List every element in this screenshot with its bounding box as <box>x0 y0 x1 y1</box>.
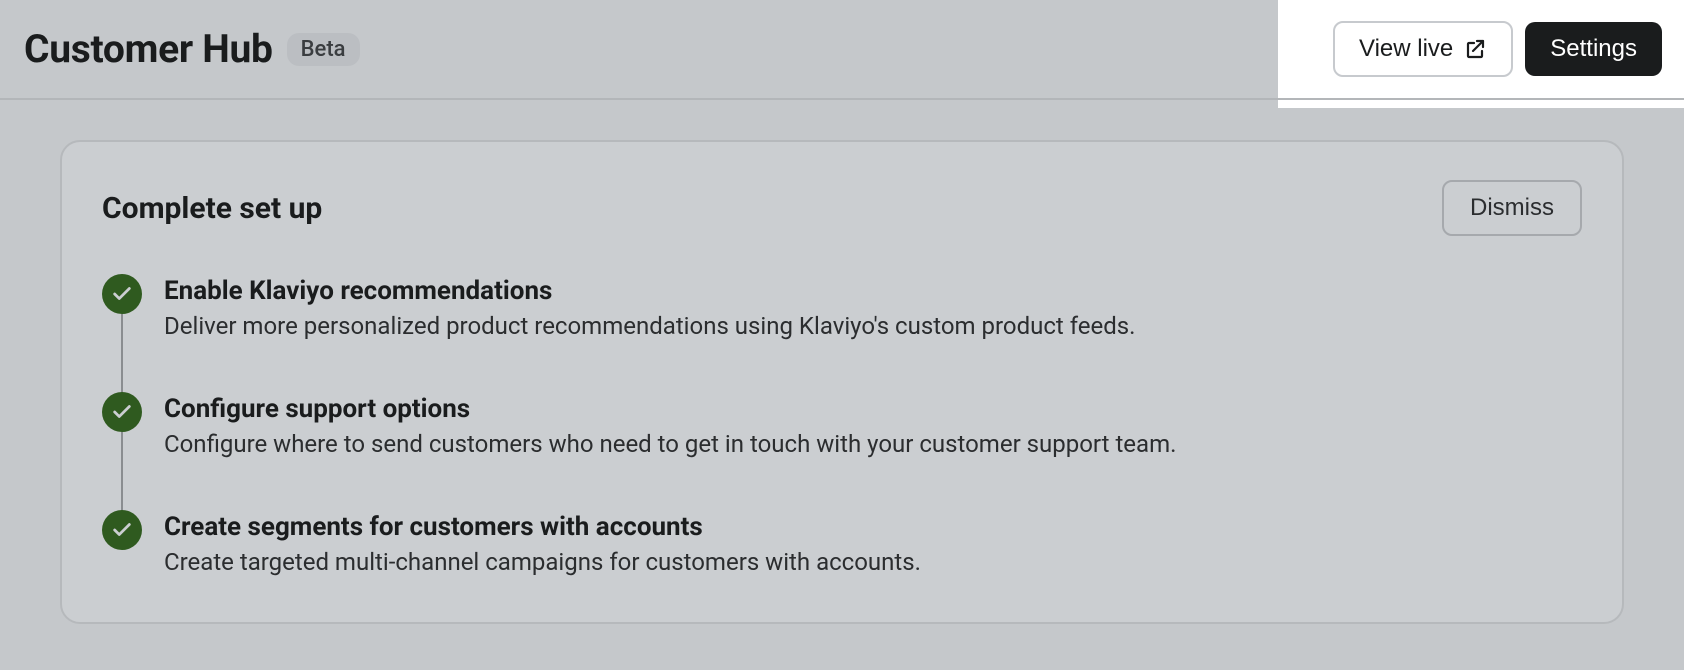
settings-label: Settings <box>1550 37 1637 61</box>
step-body: Enable Klaviyo recommendations Deliver m… <box>164 274 1135 340</box>
beta-badge: Beta <box>287 33 360 66</box>
content-area: Complete set up Dismiss Enable Klaviyo r… <box>0 100 1684 664</box>
title-group: Customer Hub Beta <box>24 26 360 72</box>
view-live-label: View live <box>1359 37 1453 61</box>
step-title: Enable Klaviyo recommendations <box>164 276 1135 306</box>
settings-button[interactable]: Settings <box>1525 22 1662 76</box>
check-circle-icon <box>102 392 142 432</box>
page-title: Customer Hub <box>24 26 273 72</box>
setup-card: Complete set up Dismiss Enable Klaviyo r… <box>60 140 1624 624</box>
step-description: Configure where to send customers who ne… <box>164 430 1176 458</box>
setup-step: Enable Klaviyo recommendations Deliver m… <box>102 274 1582 392</box>
check-circle-icon <box>102 510 142 550</box>
header-actions: View live Settings <box>1333 21 1662 77</box>
setup-card-header: Complete set up Dismiss <box>102 180 1582 236</box>
step-body: Create segments for customers with accou… <box>164 510 921 576</box>
setup-steps: Enable Klaviyo recommendations Deliver m… <box>102 274 1582 576</box>
step-title: Create segments for customers with accou… <box>164 512 921 542</box>
check-circle-icon <box>102 274 142 314</box>
step-title: Configure support options <box>164 394 1176 424</box>
step-description: Deliver more personalized product recomm… <box>164 312 1135 340</box>
setup-card-title: Complete set up <box>102 191 322 226</box>
page-header: Customer Hub Beta View live Settings <box>0 0 1684 100</box>
step-description: Create targeted multi-channel campaigns … <box>164 548 921 576</box>
setup-step: Create segments for customers with accou… <box>102 510 1582 576</box>
view-live-button[interactable]: View live <box>1333 21 1513 77</box>
dismiss-button[interactable]: Dismiss <box>1442 180 1582 236</box>
setup-step: Configure support options Configure wher… <box>102 392 1582 510</box>
step-body: Configure support options Configure wher… <box>164 392 1176 458</box>
external-link-icon <box>1463 37 1487 61</box>
